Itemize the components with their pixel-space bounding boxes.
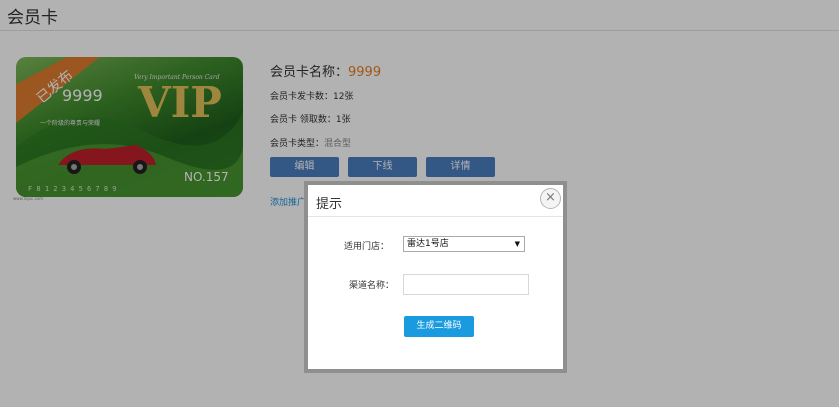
store-select-value: 雷达1号店	[407, 239, 449, 249]
dialog-title: 提示	[316, 197, 343, 212]
store-label: 适用门店：	[344, 242, 390, 252]
close-icon[interactable]: ×	[540, 188, 561, 209]
chevron-down-icon: ▼	[514, 240, 520, 248]
channel-name-input[interactable]	[403, 274, 529, 295]
dialog-header: 提示 ×	[308, 185, 563, 217]
generate-qrcode-button[interactable]: 生成二维码	[404, 316, 474, 337]
channel-label: 渠道名称：	[349, 281, 395, 291]
dialog-frame: 提示 × 适用门店： 雷达1号店 ▼ 渠道名称： 生成二维码	[304, 181, 567, 373]
store-select[interactable]: 雷达1号店 ▼	[403, 236, 525, 252]
dialog: 提示 × 适用门店： 雷达1号店 ▼ 渠道名称： 生成二维码	[308, 185, 563, 369]
